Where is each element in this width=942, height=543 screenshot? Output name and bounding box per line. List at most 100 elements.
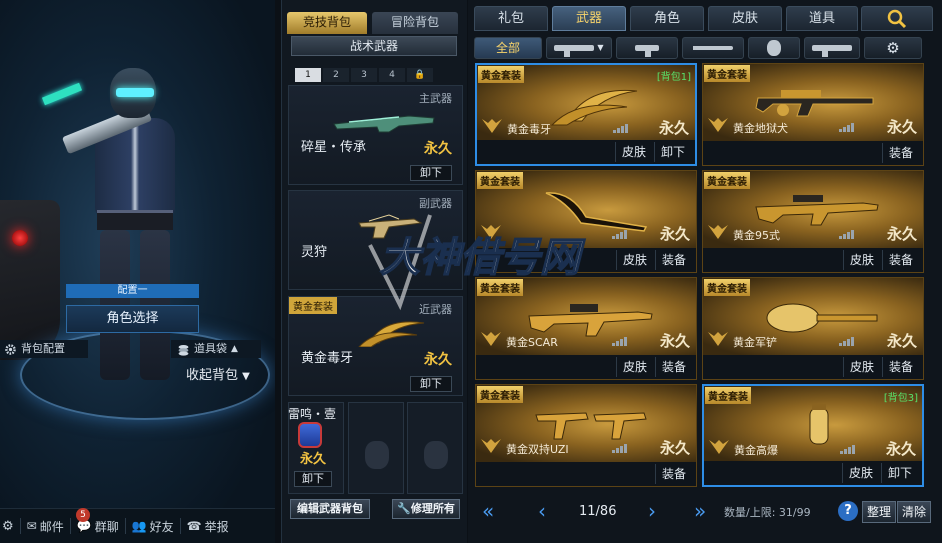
gold-set-tag: 黄金套装	[704, 65, 750, 82]
unload-button[interactable]: 卸下	[653, 142, 691, 162]
skin-button[interactable]: 皮肤	[615, 357, 653, 377]
crest-icon	[481, 225, 501, 239]
equip-button[interactable]: 装备	[881, 143, 919, 163]
report-button[interactable]: ☎ 举报	[187, 518, 229, 535]
loadout-slot-4[interactable]: 4	[379, 68, 405, 82]
pagination-bar: « ‹ 11/86 › » 数量/上限: 31/99 ? 整理 清除	[468, 493, 942, 533]
permanent-label: 永久	[424, 352, 452, 368]
loadout-slot-2[interactable]: 2	[323, 68, 349, 82]
rifle-icon	[554, 45, 595, 57]
skin-button[interactable]: 皮肤	[615, 250, 653, 270]
gold-set-tag: 黄金套装	[704, 172, 750, 189]
search-icon	[887, 9, 907, 28]
filter-all[interactable]: 全部	[474, 37, 542, 59]
fold-bag-label: 收起背包	[186, 368, 239, 383]
filter-rifle[interactable]: ▼	[546, 37, 612, 59]
grenade-placeholder-icon	[365, 441, 389, 469]
unload-button[interactable]: 卸下	[410, 165, 452, 181]
role-select-button[interactable]: 角色选择	[66, 305, 199, 333]
equip-button[interactable]: 装备	[654, 464, 692, 484]
equip-button[interactable]: 装备	[881, 250, 919, 270]
friends-button[interactable]: 👥 好友	[132, 518, 174, 535]
weapon-card[interactable]: 黄金套装 黄金95式 永久 皮肤 装备	[702, 170, 924, 273]
card-actions: 皮肤 装备	[476, 248, 696, 272]
weapon-card[interactable]: 黄金套装 永久 皮肤 装备	[475, 170, 697, 273]
card-actions: 皮肤 卸下	[477, 140, 695, 164]
weapon-name: 黄金SCAR	[506, 336, 558, 349]
loadout-slot-1[interactable]: 1	[295, 68, 321, 82]
next-page-icon[interactable]: ›	[648, 499, 656, 523]
weapon-card[interactable]: 黄金套装 [背包1] 黄金毒牙 永久 皮肤 卸下	[475, 63, 697, 166]
fold-bag-button[interactable]: 收起背包 ▼	[186, 364, 250, 383]
unload-button[interactable]: 卸下	[880, 463, 918, 483]
weapon-card[interactable]: 黄金套装 [背包3] 黄金高爆 永久 皮肤 卸下	[702, 384, 924, 487]
mail-count-badge: 5	[76, 508, 90, 522]
tactical-weapon-button[interactable]: 战术武器	[291, 36, 457, 56]
filter-knife[interactable]	[682, 37, 744, 59]
weapon-card[interactable]: 黄金套装 黄金SCAR 永久 皮肤 装备	[475, 277, 697, 380]
skin-button[interactable]: 皮肤	[614, 142, 652, 162]
edit-weapon-bag-button[interactable]: 编辑武器背包	[290, 499, 370, 519]
card-actions: 皮肤 装备	[703, 355, 923, 379]
weapon-card[interactable]: 黄金套装 黄金军铲 永久 皮肤 装备	[702, 277, 924, 380]
item-bag-button[interactable]: 道具袋 ▲	[171, 340, 261, 358]
weapon-card[interactable]: 黄金套装 黄金地狱犬 永久 装备	[702, 63, 924, 166]
robot-grenade-icon	[298, 422, 322, 448]
filter-grenade[interactable]	[748, 37, 800, 59]
last-page-icon[interactable]: »	[694, 499, 706, 523]
skin-button[interactable]: 皮肤	[842, 250, 880, 270]
weapon-card[interactable]: 黄金套装 黄金双持UZI 永久 装备	[475, 384, 697, 487]
weapon-name: 黄金高爆	[734, 444, 778, 457]
repair-all-button[interactable]: 🔧修理所有	[392, 499, 460, 519]
durability-bars	[839, 122, 854, 132]
tab-item[interactable]: 道具	[786, 6, 858, 31]
grenade-placeholder-icon	[424, 441, 448, 469]
skin-button[interactable]: 皮肤	[842, 357, 880, 377]
permanent-label: 永久	[886, 118, 917, 136]
mail-button[interactable]: ✉ 邮件	[27, 518, 64, 535]
tab-competitive-bag[interactable]: 竞技背包	[287, 12, 367, 34]
tab-gift[interactable]: 礼包	[474, 6, 548, 31]
filter-pistol[interactable]	[616, 37, 678, 59]
group-chat-label: 群聊	[94, 519, 119, 534]
tab-skin[interactable]: 皮肤	[708, 6, 782, 31]
character-belt	[97, 210, 173, 230]
weapon-name: 碎星・传承	[301, 140, 367, 155]
sort-button[interactable]: 整理	[862, 501, 897, 523]
melee-weapon-slot[interactable]: 黄金套装 近武器 黄金毒牙 永久 卸下	[288, 296, 463, 396]
filter-settings[interactable]: ⚙	[864, 37, 922, 59]
inventory-panel: 礼包 武器 角色 皮肤 道具 全部 ▼ ⚙ 黄金套装 [背包1] 黄金毒牙 永久…	[468, 0, 942, 543]
coins-icon	[178, 344, 189, 356]
clear-button[interactable]: 清除	[897, 501, 932, 523]
tab-character[interactable]: 角色	[630, 6, 704, 31]
primary-weapon-slot[interactable]: 主武器 碎星・传承 永久 卸下	[288, 85, 463, 185]
equip-button[interactable]: 装备	[654, 357, 692, 377]
report-label: 举报	[204, 519, 229, 534]
character-visor	[116, 88, 154, 97]
help-icon[interactable]: ?	[838, 501, 858, 521]
settings-icon[interactable]: ⚙	[2, 519, 14, 534]
divider	[69, 518, 71, 534]
gun-glow	[41, 82, 83, 106]
slot-kind-label: 副武器	[419, 197, 452, 210]
bag-config-button[interactable]: 背包配置	[0, 340, 88, 358]
search-button[interactable]	[861, 6, 933, 31]
bag-config-label: 背包配置	[21, 342, 65, 355]
permanent-label: 永久	[886, 332, 917, 350]
first-page-icon[interactable]: «	[482, 499, 494, 523]
filter-special[interactable]	[804, 37, 860, 59]
empty-slot[interactable]	[348, 402, 404, 494]
prev-page-icon[interactable]: ‹	[538, 499, 546, 523]
skin-button[interactable]: 皮肤	[841, 463, 879, 483]
equip-button[interactable]: 装备	[881, 357, 919, 377]
tab-adventure-bag[interactable]: 冒险背包	[372, 12, 458, 34]
tab-weapon[interactable]: 武器	[552, 6, 626, 31]
empty-slot[interactable]	[407, 402, 463, 494]
unload-button[interactable]: 卸下	[294, 471, 332, 487]
loadout-slot-3[interactable]: 3	[351, 68, 377, 82]
equip-button[interactable]: 装备	[654, 250, 692, 270]
card-actions: 皮肤 装备	[476, 355, 696, 379]
unload-button[interactable]: 卸下	[410, 376, 452, 392]
pistol-icon	[635, 45, 659, 57]
secondary-weapon-slot[interactable]: 副武器 灵狩	[288, 190, 463, 290]
